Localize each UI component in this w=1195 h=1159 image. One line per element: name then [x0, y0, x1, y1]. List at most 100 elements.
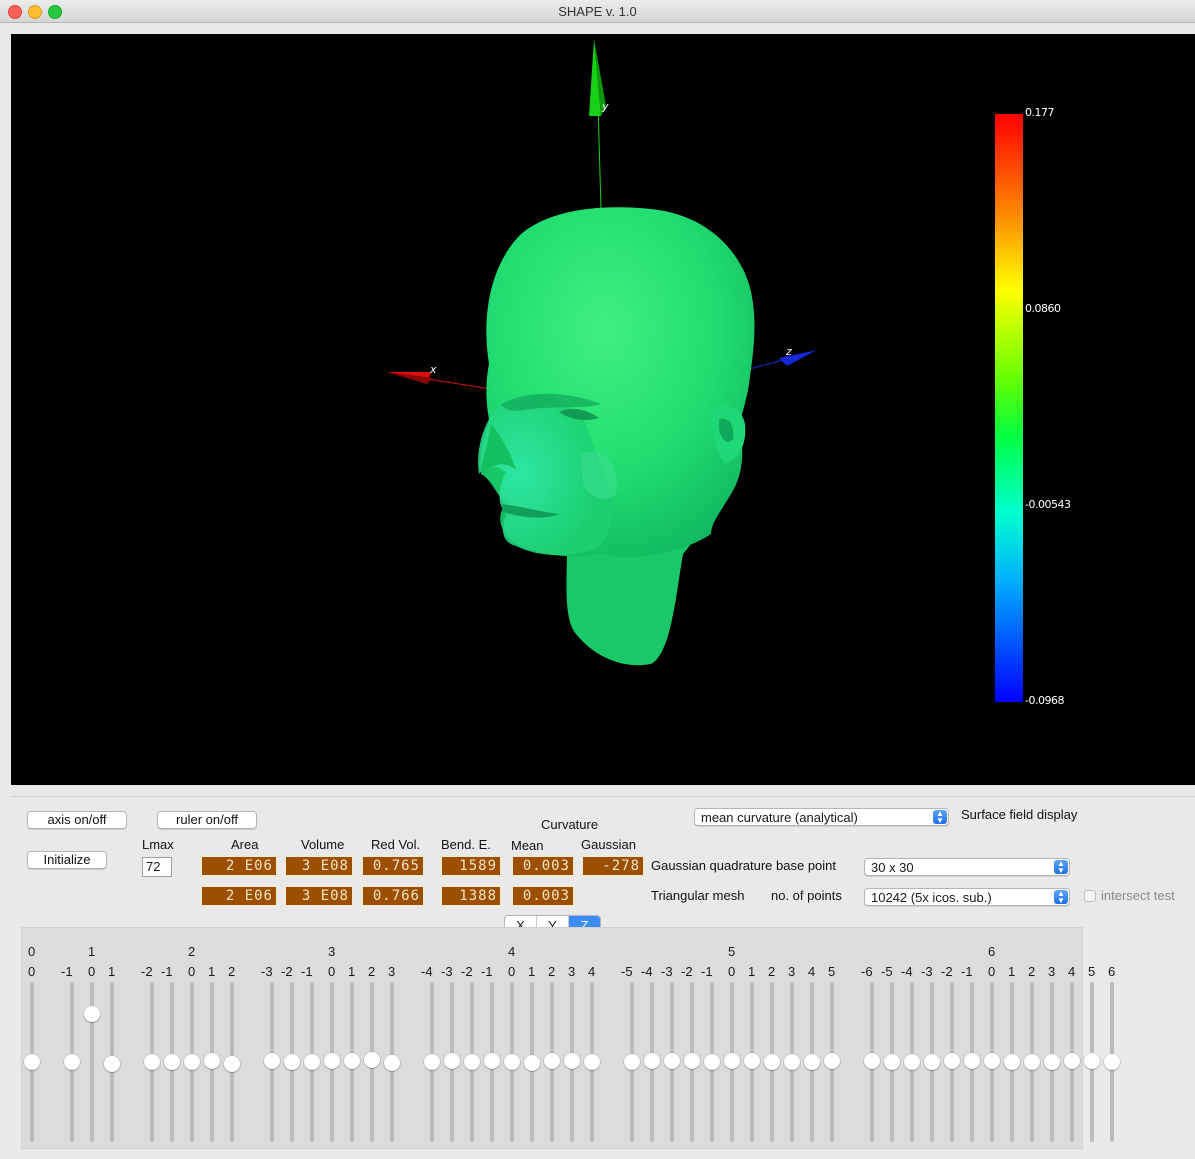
slider-m-label: -5	[881, 964, 893, 979]
slider-m-label: 0	[188, 964, 196, 979]
slider-knob[interactable]	[344, 1053, 360, 1070]
slider-knob[interactable]	[384, 1054, 400, 1071]
slider-knob[interactable]	[164, 1054, 180, 1070]
surface-field-select[interactable]: mean curvature (analytical) ▲ ▼	[694, 808, 949, 826]
slider-l-label: 0	[28, 944, 36, 959]
quadrature-select[interactable]: 30 x 30 ▲ ▼	[864, 858, 1070, 876]
area-display-2: 2 E06	[200, 885, 278, 907]
red-vol-header: Red Vol.	[371, 837, 421, 852]
slider-knob[interactable]	[884, 1054, 900, 1070]
window-title: SHAPE v. 1.0	[558, 4, 637, 19]
slider-knob[interactable]	[624, 1054, 640, 1070]
slider-knob[interactable]	[984, 1053, 1000, 1070]
bend-e-display-2: 1388	[440, 885, 502, 907]
slider-m-label: 1	[108, 964, 116, 979]
slider-knob[interactable]	[1084, 1053, 1100, 1070]
slider-knob[interactable]	[444, 1053, 460, 1070]
initialize-button[interactable]: Initialize	[27, 851, 107, 869]
x-axis-arrow	[387, 372, 492, 390]
slider-m-label: 1	[1008, 964, 1016, 979]
slider-m-label: -3	[661, 964, 673, 979]
slider-knob[interactable]	[104, 1056, 120, 1073]
mean-header: Mean	[511, 838, 544, 853]
slider-l-label: 1	[88, 944, 96, 959]
x-axis-label: x	[430, 363, 437, 376]
slider-m-label: -2	[681, 964, 693, 979]
intersect-test-checkbox[interactable]	[1084, 890, 1096, 902]
slider-m-label: 0	[328, 964, 336, 979]
slider-knob[interactable]	[1004, 1054, 1020, 1070]
quadrature-value: 30 x 30	[871, 860, 914, 875]
slider-knob[interactable]	[964, 1053, 980, 1070]
slider-m-label: -3	[261, 964, 273, 979]
bend-e-display-1: 1589	[440, 855, 502, 877]
slider-m-label: 3	[1048, 964, 1056, 979]
slider-knob[interactable]	[824, 1053, 840, 1070]
slider-m-label: 4	[1068, 964, 1076, 979]
slider-knob[interactable]	[264, 1053, 280, 1070]
axis-toggle-button[interactable]: axis on/off	[27, 811, 127, 829]
surface-field-label: Surface field display	[961, 807, 1078, 822]
slider-knob[interactable]	[524, 1054, 540, 1071]
slider-knob[interactable]	[24, 1054, 40, 1070]
slider-m-label: -2	[281, 964, 293, 979]
slider-m-label: 2	[228, 964, 236, 979]
slider-m-label: -5	[621, 964, 633, 979]
slider-m-label: 1	[748, 964, 756, 979]
intersect-test-label: intersect test	[1101, 888, 1175, 903]
slider-knob[interactable]	[584, 1054, 600, 1070]
slider-knob[interactable]	[284, 1054, 300, 1070]
slider-knob[interactable]	[664, 1053, 680, 1070]
slider-knob[interactable]	[644, 1053, 660, 1070]
points-select[interactable]: 10242 (5x icos. sub.) ▲ ▼	[864, 888, 1070, 906]
colorbar-low-label: -0.00543	[1025, 498, 1071, 511]
slider-knob[interactable]	[464, 1054, 480, 1070]
slider-knob[interactable]	[484, 1053, 500, 1070]
slider-knob[interactable]	[544, 1053, 560, 1070]
slider-m-label: 0	[28, 964, 36, 979]
ruler-toggle-button[interactable]: ruler on/off	[157, 811, 257, 829]
slider-m-label: -1	[161, 964, 173, 979]
slider-knob[interactable]	[704, 1054, 720, 1070]
slider-knob[interactable]	[1104, 1054, 1120, 1070]
y-axis-label: y	[602, 100, 609, 113]
slider-knob[interactable]	[784, 1054, 800, 1070]
slider-m-label: 3	[788, 964, 796, 979]
lmax-input[interactable]: 72	[142, 857, 172, 877]
slider-knob[interactable]	[64, 1054, 80, 1070]
slider-knob[interactable]	[324, 1053, 340, 1070]
slider-knob[interactable]	[724, 1053, 740, 1070]
slider-knob[interactable]	[304, 1054, 320, 1070]
slider-knob[interactable]	[184, 1054, 200, 1070]
3d-viewport[interactable]: y x z 0.177 0.0860 -0.00543 -0.0968	[11, 34, 1195, 785]
slider-knob[interactable]	[864, 1053, 880, 1070]
slider-knob[interactable]	[364, 1051, 380, 1068]
slider-knob[interactable]	[804, 1054, 820, 1070]
slider-m-label: 6	[1108, 964, 1116, 979]
slider-m-label: 4	[808, 964, 816, 979]
chevron-updown-icon: ▲ ▼	[933, 810, 947, 825]
slider-knob[interactable]	[424, 1054, 440, 1070]
slider-knob[interactable]	[1024, 1054, 1040, 1070]
slider-knob[interactable]	[144, 1054, 160, 1070]
slider-knob[interactable]	[924, 1054, 940, 1070]
slider-knob[interactable]	[764, 1054, 780, 1070]
slider-m-label: 5	[828, 964, 836, 979]
slider-m-label: -1	[301, 964, 313, 979]
slider-knob[interactable]	[224, 1056, 240, 1073]
slider-m-label: 0	[728, 964, 736, 979]
slider-knob[interactable]	[744, 1053, 760, 1070]
slider-m-label: -4	[901, 964, 913, 979]
slider-knob[interactable]	[504, 1054, 520, 1070]
slider-knob[interactable]	[204, 1053, 220, 1070]
slider-knob[interactable]	[564, 1053, 580, 1070]
volume-display-2: 3 E08	[284, 885, 354, 907]
slider-knob[interactable]	[1044, 1054, 1060, 1070]
slider-knob[interactable]	[904, 1054, 920, 1070]
colorbar	[995, 114, 1023, 702]
slider-knob[interactable]	[944, 1053, 960, 1070]
z-axis-label: z	[786, 345, 792, 358]
slider-knob[interactable]	[84, 1006, 100, 1022]
slider-knob[interactable]	[1064, 1053, 1080, 1070]
slider-knob[interactable]	[684, 1053, 700, 1070]
